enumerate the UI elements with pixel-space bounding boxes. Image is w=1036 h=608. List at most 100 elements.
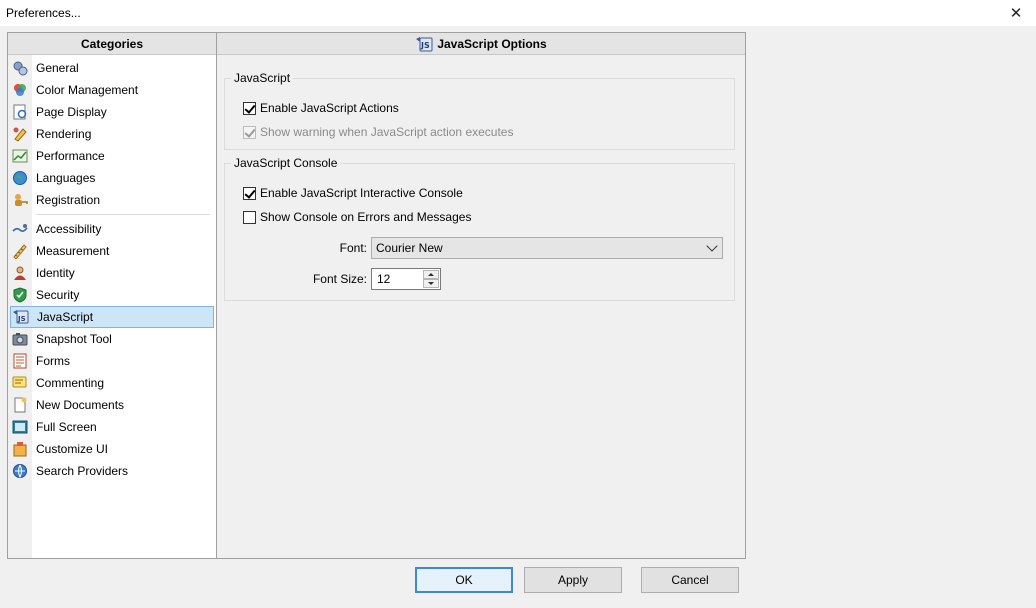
sidebar-item-label: Rendering [36,127,92,141]
javascript-group: JavaScript Enable JavaScript Actions Sho… [224,71,735,150]
customize-ui-icon [13,442,27,457]
performance-chart-icon [12,149,28,163]
stepper-up-icon[interactable] [423,270,439,279]
ok-button[interactable]: OK [415,567,513,593]
sidebar-item-label: Snapshot Tool [36,332,112,346]
commenting-icon [12,376,27,388]
font-size-stepper[interactable]: 12 [371,268,441,290]
window-title: Preferences... [6,6,81,20]
sidebar-item-security[interactable]: Security [8,284,216,306]
sidebar-item-label: Security [36,288,80,302]
font-select-value: Courier New [376,241,443,255]
sidebar-item-new-documents[interactable]: New Documents [8,394,216,416]
svg-text:JS: JS [17,315,26,323]
sidebar-item-customize-ui[interactable]: Customize UI [8,438,216,460]
javascript-icon: JS [416,36,433,51]
globe-icon [13,171,27,185]
sidebar-item-full-screen[interactable]: Full Screen [8,416,216,438]
search-providers-icon [13,464,27,479]
categories-header: Categories [8,33,216,55]
sidebar-item-label: Color Management [36,83,139,97]
stepper-buttons [423,270,439,288]
sidebar-item-general[interactable]: General [8,57,216,79]
checkbox-box[interactable] [243,101,256,115]
sidebar-item-label: Registration [36,193,101,207]
show-console-on-errors-checkbox[interactable]: Show Console on Errors and Messages [243,209,471,225]
sidebar-item-color-management[interactable]: Color Management [8,79,216,101]
sidebar-item-label: Customize UI [36,442,109,456]
javascript-group-title: JavaScript [231,71,294,85]
sidebar-item-label: Commenting [36,376,105,390]
full-screen-icon [12,420,28,434]
javascript-console-group: JavaScript Console Enable JavaScript Int… [224,156,735,301]
sidebar-item-identity[interactable]: Identity [8,262,216,284]
rendering-icon [13,127,27,142]
general-gears-icon [13,61,28,76]
registration-key-icon [15,194,28,206]
options-panel: JS JavaScript Options JavaScript Enable … [217,32,746,559]
sidebar-item-label: New Documents [36,398,125,412]
measurement-ruler-icon [13,244,27,259]
checkbox-box[interactable] [243,210,256,224]
checkbox-label: Enable JavaScript Interactive Console [260,186,463,200]
title-bar: Preferences... ✕ [0,0,1036,26]
enable-javascript-actions-checkbox[interactable]: Enable JavaScript Actions [243,100,399,116]
font-label: Font: [339,241,367,255]
console-group-title: JavaScript Console [231,156,341,170]
checkbox-box [243,125,256,139]
font-size-label: Font Size: [312,272,367,286]
close-icon[interactable]: ✕ [996,0,1036,26]
apply-button[interactable]: Apply [524,567,622,593]
options-title: JavaScript Options [437,36,547,51]
sidebar-item-page-display[interactable]: Page Display [8,101,216,123]
sidebar-item-commenting[interactable]: Commenting [8,372,216,394]
sidebar-item-registration[interactable]: Registration [8,189,216,211]
svg-text:JS: JS [420,41,430,50]
checkbox-label: Show warning when JavaScript action exec… [260,125,514,139]
stepper-down-icon[interactable] [423,279,439,288]
chevron-down-icon [706,240,718,252]
sidebar-item-search-providers[interactable]: Search Providers [8,460,216,482]
checkbox-label: Show Console on Errors and Messages [260,210,472,224]
checkbox-box[interactable] [243,186,256,200]
category-separator [8,211,216,218]
enable-interactive-console-checkbox[interactable]: Enable JavaScript Interactive Console [243,185,463,201]
categories-panel: Categories General Color Management Page D… [7,32,217,559]
sidebar-item-label: Search Providers [36,464,129,478]
font-size-value: 12 [377,272,391,286]
sidebar-item-languages[interactable]: Languages [8,167,216,189]
sidebar-item-forms[interactable]: Forms [8,350,216,372]
sidebar-item-label: Identity [36,266,75,280]
accessibility-icon [12,224,28,233]
security-shield-icon [13,287,27,303]
sidebar-item-label: Full Screen [36,420,97,434]
sidebar-item-snapshot-tool[interactable]: Snapshot Tool [8,328,216,350]
javascript-icon: JS [13,310,29,324]
sidebar-item-label: Performance [36,149,105,163]
categories-list: General Color Management Page Display Rende… [8,57,216,482]
sidebar-item-label: JavaScript [37,310,94,324]
checkbox-label: Enable JavaScript Actions [260,101,399,115]
sidebar-item-performance[interactable]: Performance [8,145,216,167]
sidebar-item-label: Forms [36,354,70,368]
identity-person-icon [14,266,26,280]
sidebar-item-label: Page Display [36,105,107,119]
font-select[interactable]: Courier New [371,237,723,259]
color-management-icon [14,84,26,96]
sidebar-item-label: Accessibility [36,222,102,236]
sidebar-item-accessibility[interactable]: Accessibility [8,218,216,240]
camera-icon [12,333,28,346]
sidebar-item-label: General [36,61,79,75]
sidebar-item-label: Measurement [36,244,110,258]
sidebar-item-measurement[interactable]: Measurement [8,240,216,262]
sidebar-item-label: Languages [36,171,96,185]
page-display-icon [13,104,27,120]
forms-icon [13,353,27,369]
show-warning-checkbox: Show warning when JavaScript action exec… [243,124,513,140]
new-document-icon [14,397,27,413]
sidebar-item-javascript[interactable]: JS JavaScript [10,306,214,328]
cancel-button[interactable]: Cancel [641,567,739,593]
sidebar-item-rendering[interactable]: Rendering [8,123,216,145]
options-header: JS JavaScript Options [217,33,745,55]
dialog-body: Categories General Color Management Page D… [0,26,1036,608]
